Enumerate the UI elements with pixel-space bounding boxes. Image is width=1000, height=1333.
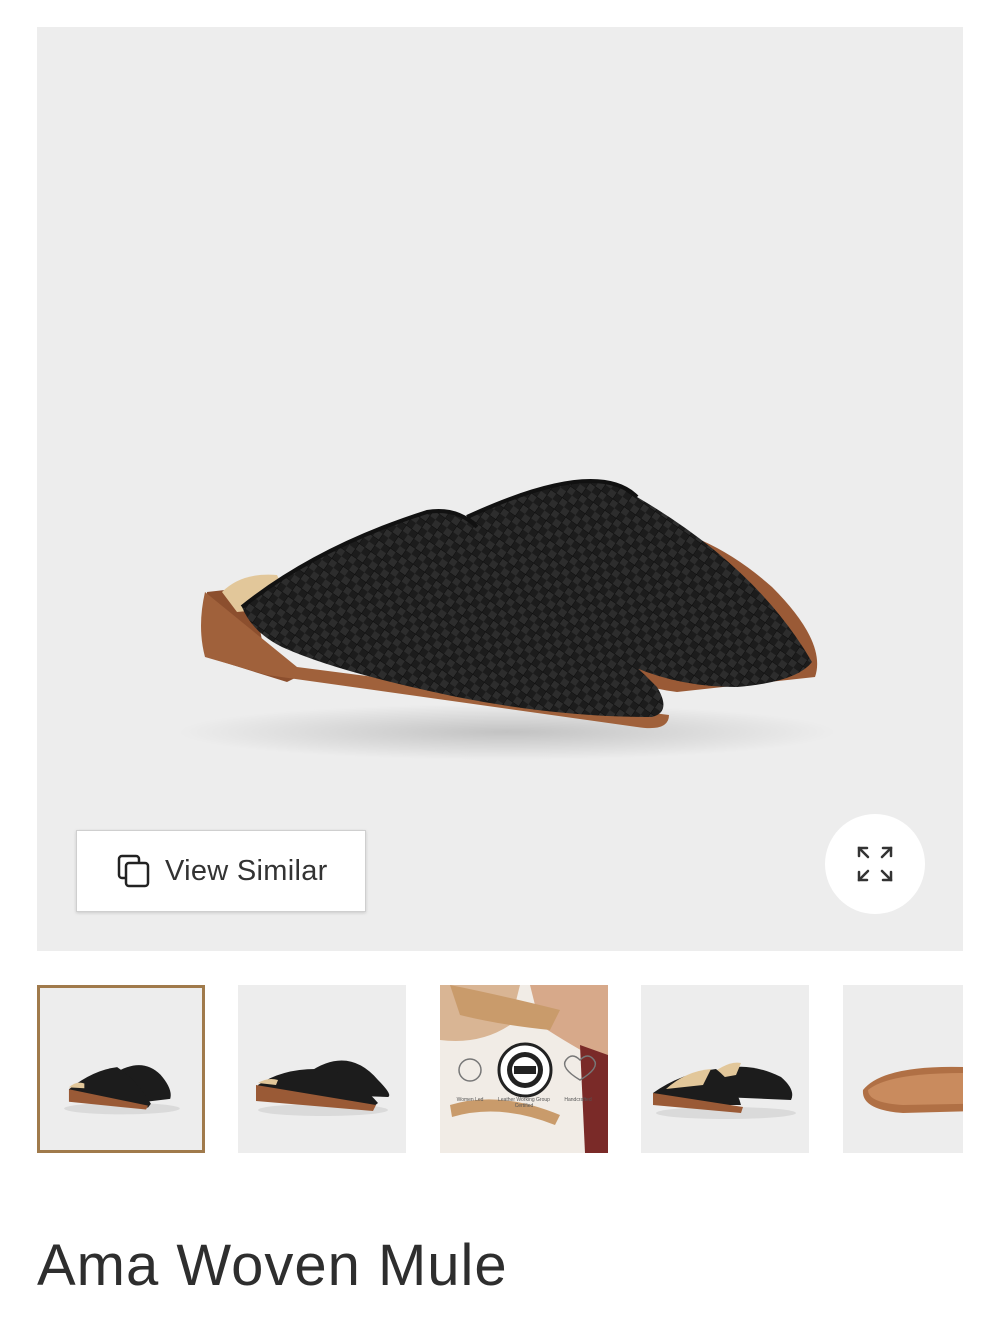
view-similar-button[interactable]: View Similar (76, 830, 366, 912)
badge-women-led: Women Led (456, 1097, 484, 1103)
product-main-image[interactable]: View Similar (37, 27, 963, 951)
product-title: Ama Woven Mule (37, 1233, 508, 1298)
thumbnail-5[interactable] (843, 985, 963, 1153)
badge-lwg-certified: Leather Working Group Certified (498, 1097, 550, 1109)
view-similar-label: View Similar (165, 854, 328, 887)
thumbnail-1[interactable] (37, 985, 205, 1153)
expand-arrows-icon (857, 846, 893, 882)
expand-image-button[interactable] (825, 814, 925, 914)
copy-stack-icon (117, 854, 151, 888)
thumbnail-strip: Women Led Leather Working Group Certifie… (37, 985, 963, 1153)
woven-mules-photo (177, 479, 837, 760)
thumbnail-4[interactable] (641, 985, 809, 1153)
badge-handcrafted: Handcrafted (564, 1097, 592, 1103)
thumbnail-3[interactable]: Women Led Leather Working Group Certifie… (440, 985, 608, 1153)
thumbnail-2[interactable] (238, 985, 406, 1153)
